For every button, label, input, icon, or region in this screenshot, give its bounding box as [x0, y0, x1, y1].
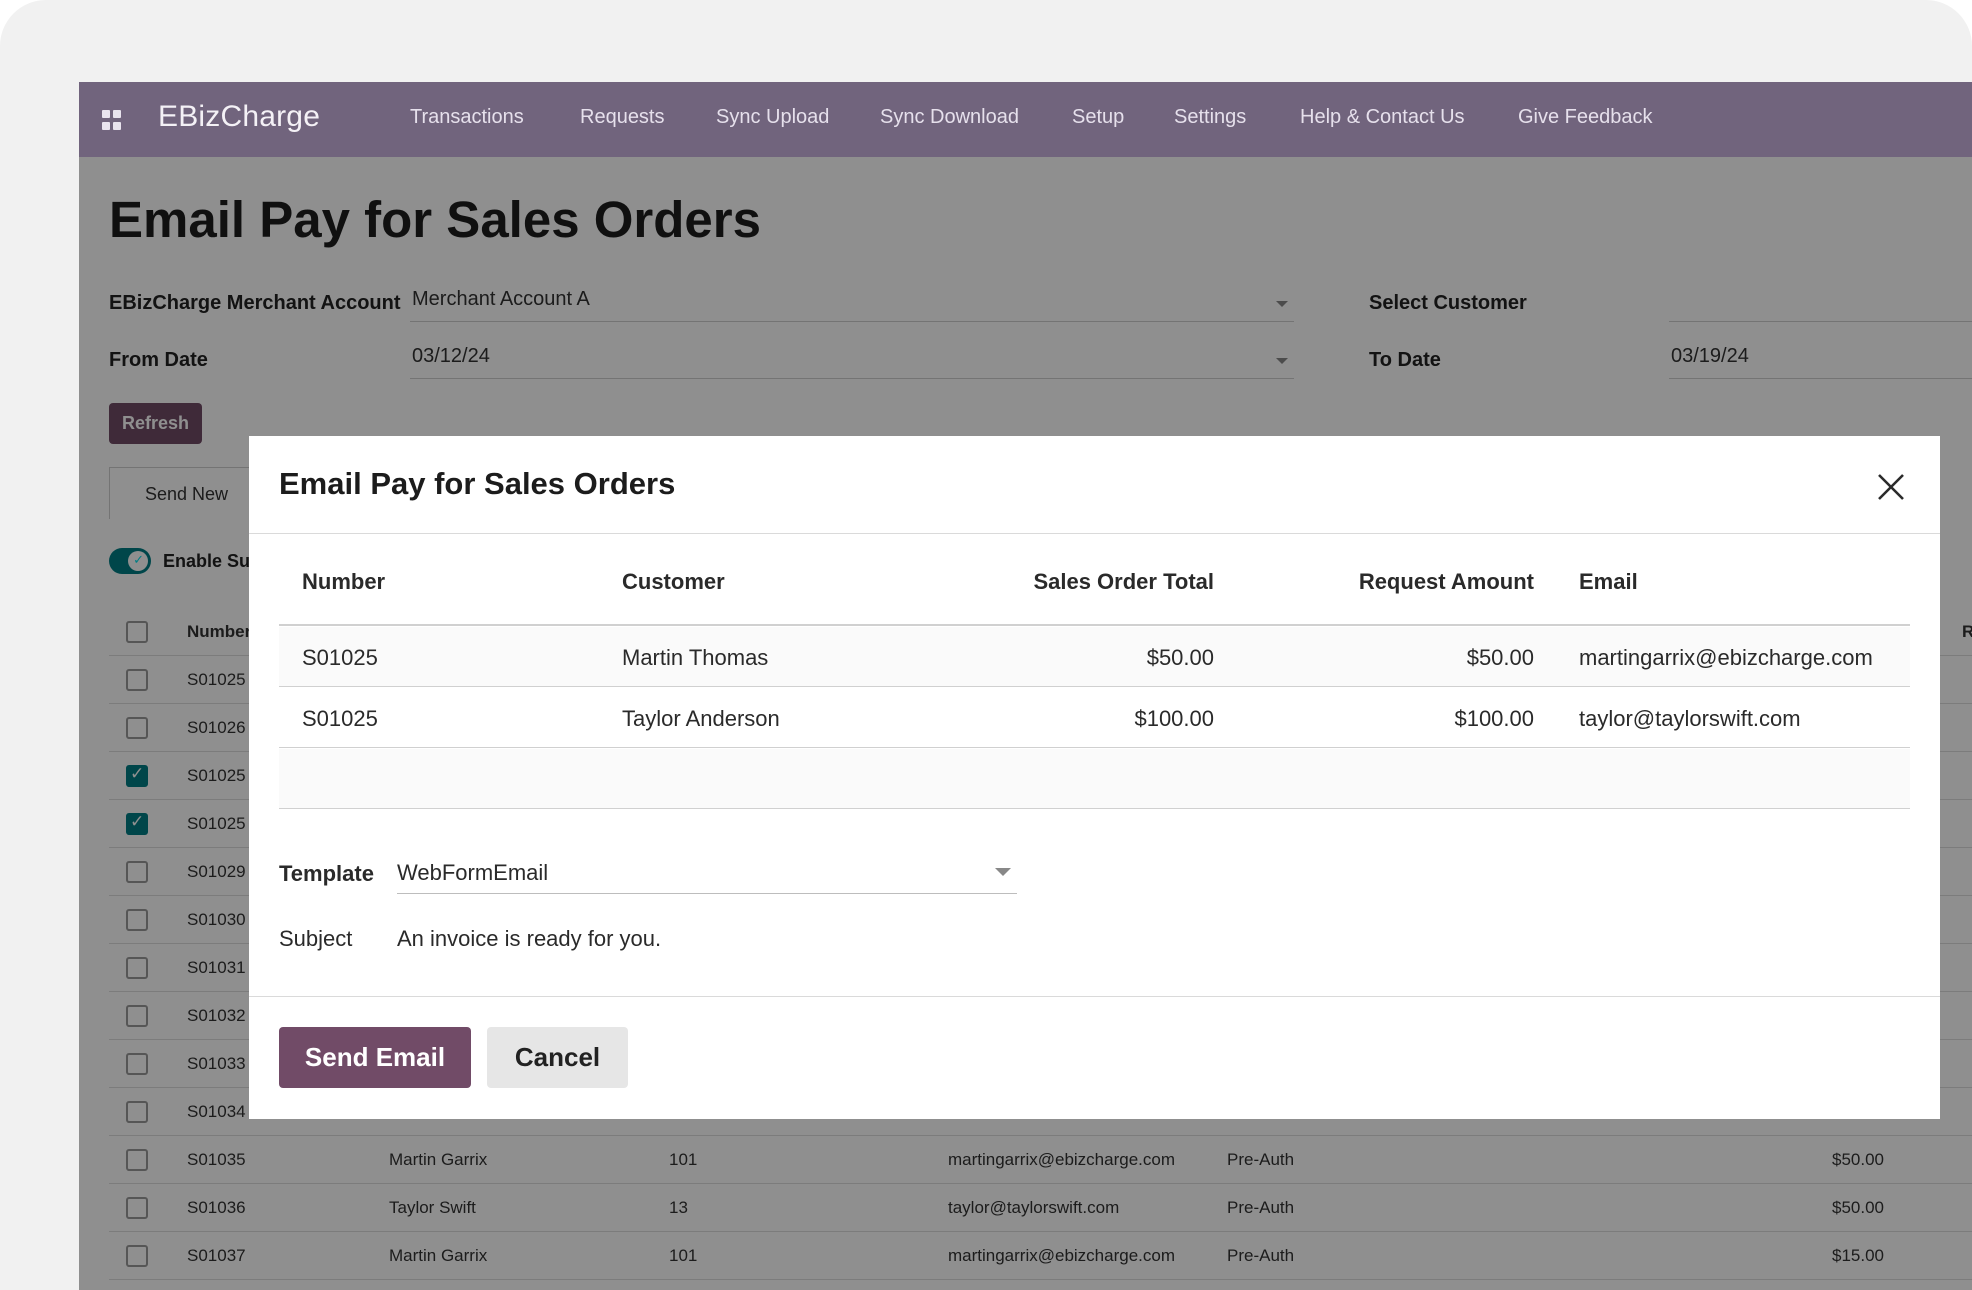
dialog-title: Email Pay for Sales Orders — [279, 466, 676, 501]
customer-email: taylor@taylorswift.com — [1579, 706, 1801, 731]
close-icon[interactable] — [1874, 470, 1908, 504]
table-row[interactable]: S01025 Taylor Anderson $100.00 $100.00 t… — [279, 688, 1910, 748]
nav-item-settings[interactable]: Settings — [1174, 106, 1246, 129]
device-frame: EBizCharge Transactions Requests Sync Up… — [0, 0, 1972, 1290]
table-row[interactable]: S01025 Martin Thomas $50.00 $50.00 marti… — [279, 627, 1910, 687]
column-header-request-amount: Request Amount — [1358, 569, 1534, 594]
chevron-down-icon — [995, 868, 1011, 876]
sales-order-total: $50.00 — [1146, 645, 1214, 670]
column-header-customer: Customer — [622, 569, 725, 594]
template-label: Template — [279, 861, 374, 886]
template-select[interactable]: WebFormEmail — [397, 858, 1017, 894]
column-header-sales-order-total: Sales Order Total — [1033, 569, 1214, 594]
check-icon: ✓ — [133, 552, 144, 567]
send-email-button[interactable]: Send Email — [279, 1027, 471, 1088]
nav-item-help[interactable]: Help & Contact Us — [1300, 106, 1465, 129]
request-amount: $50.00 — [1466, 645, 1534, 670]
nav-item-transactions[interactable]: Transactions — [410, 106, 524, 129]
empty-row — [279, 749, 1910, 809]
column-header-email: Email — [1579, 569, 1638, 594]
nav-item-sync-download[interactable]: Sync Download — [880, 106, 1019, 129]
table-header-row: Number Customer Sales Order Total Reques… — [279, 536, 1910, 626]
top-navbar: EBizCharge Transactions Requests Sync Up… — [79, 82, 1972, 157]
email-pay-dialog: Email Pay for Sales Orders Number Custom… — [249, 436, 1940, 1119]
nav-item-give-feedback[interactable]: Give Feedback — [1518, 106, 1653, 129]
sales-order-total: $100.00 — [1134, 706, 1214, 731]
order-number: S01025 — [302, 706, 378, 731]
request-amount: $100.00 — [1454, 706, 1534, 731]
nav-item-requests[interactable]: Requests — [580, 106, 665, 129]
customer-name: Martin Thomas — [622, 645, 769, 670]
customer-email: martingarrix@ebizcharge.com — [1579, 645, 1873, 670]
cancel-button[interactable]: Cancel — [487, 1027, 628, 1088]
subject-label: Subject — [279, 926, 353, 951]
subject-field[interactable]: An invoice is ready for you. — [397, 926, 661, 952]
brand-name[interactable]: EBizCharge — [158, 100, 320, 134]
nav-item-setup[interactable]: Setup — [1072, 106, 1124, 129]
apps-grid-icon[interactable] — [102, 110, 122, 130]
nav-item-sync-upload[interactable]: Sync Upload — [716, 106, 829, 129]
customer-name: Taylor Anderson — [622, 706, 780, 731]
order-number: S01025 — [302, 645, 378, 670]
divider — [249, 996, 1940, 997]
divider — [249, 533, 1940, 534]
column-header-number: Number — [302, 569, 386, 594]
